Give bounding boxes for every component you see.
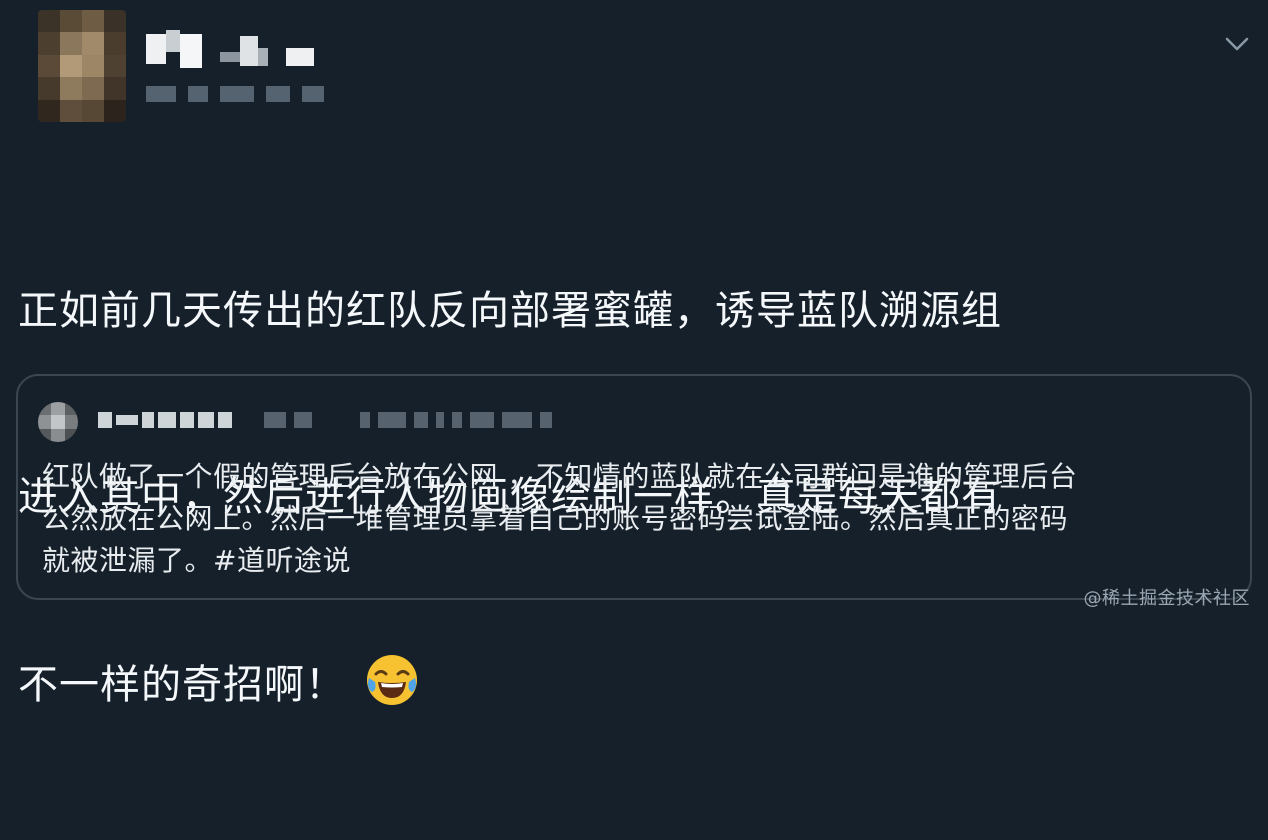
tweet-text-segment: 不一样的奇招啊！: [18, 662, 346, 708]
tweet-text-line: 不一样的奇招啊！: [18, 652, 1254, 716]
quoted-author-handle-redacted: [264, 412, 552, 428]
author-avatar[interactable]: [38, 10, 126, 122]
watermark: @稀土掘金技术社区: [1083, 588, 1250, 609]
author-handle-redacted: [146, 86, 324, 102]
quoted-author-name-redacted: [98, 412, 232, 428]
quoted-text-line: 公然放在公网上。然后一堆管理员拿着自己的账号密码尝试登陆。然后真正的密码: [42, 502, 1069, 535]
face-with-tears-of-joy-icon: [367, 655, 417, 705]
tweet-text-line: 正如前几天传出的红队反向部署蜜罐，诱导蓝队溯源组: [18, 288, 1002, 334]
chevron-down-icon[interactable]: [1222, 32, 1252, 56]
quoted-author-avatar: [38, 402, 78, 442]
quoted-text-line: 就被泄漏了。#道听途说: [42, 544, 351, 577]
tweet-screenshot: 正如前几天传出的红队反向部署蜜罐，诱导蓝队溯源组 进入其中，然后进行人物画像绘制…: [0, 0, 1268, 708]
author-name-redacted[interactable]: [146, 30, 314, 70]
quoted-tweet-card[interactable]: 红队做了一个假的管理后台放在公网 ，不知情的蓝队就在公司群问是谁的管理后台 公然…: [16, 374, 1252, 600]
quoted-tweet-body: 红队做了一个假的管理后台放在公网 ，不知情的蓝队就在公司群问是谁的管理后台 公然…: [42, 456, 1232, 582]
quoted-text-line: 红队做了一个假的管理后台放在公网 ，不知情的蓝队就在公司群问是谁的管理后台: [42, 460, 1078, 493]
